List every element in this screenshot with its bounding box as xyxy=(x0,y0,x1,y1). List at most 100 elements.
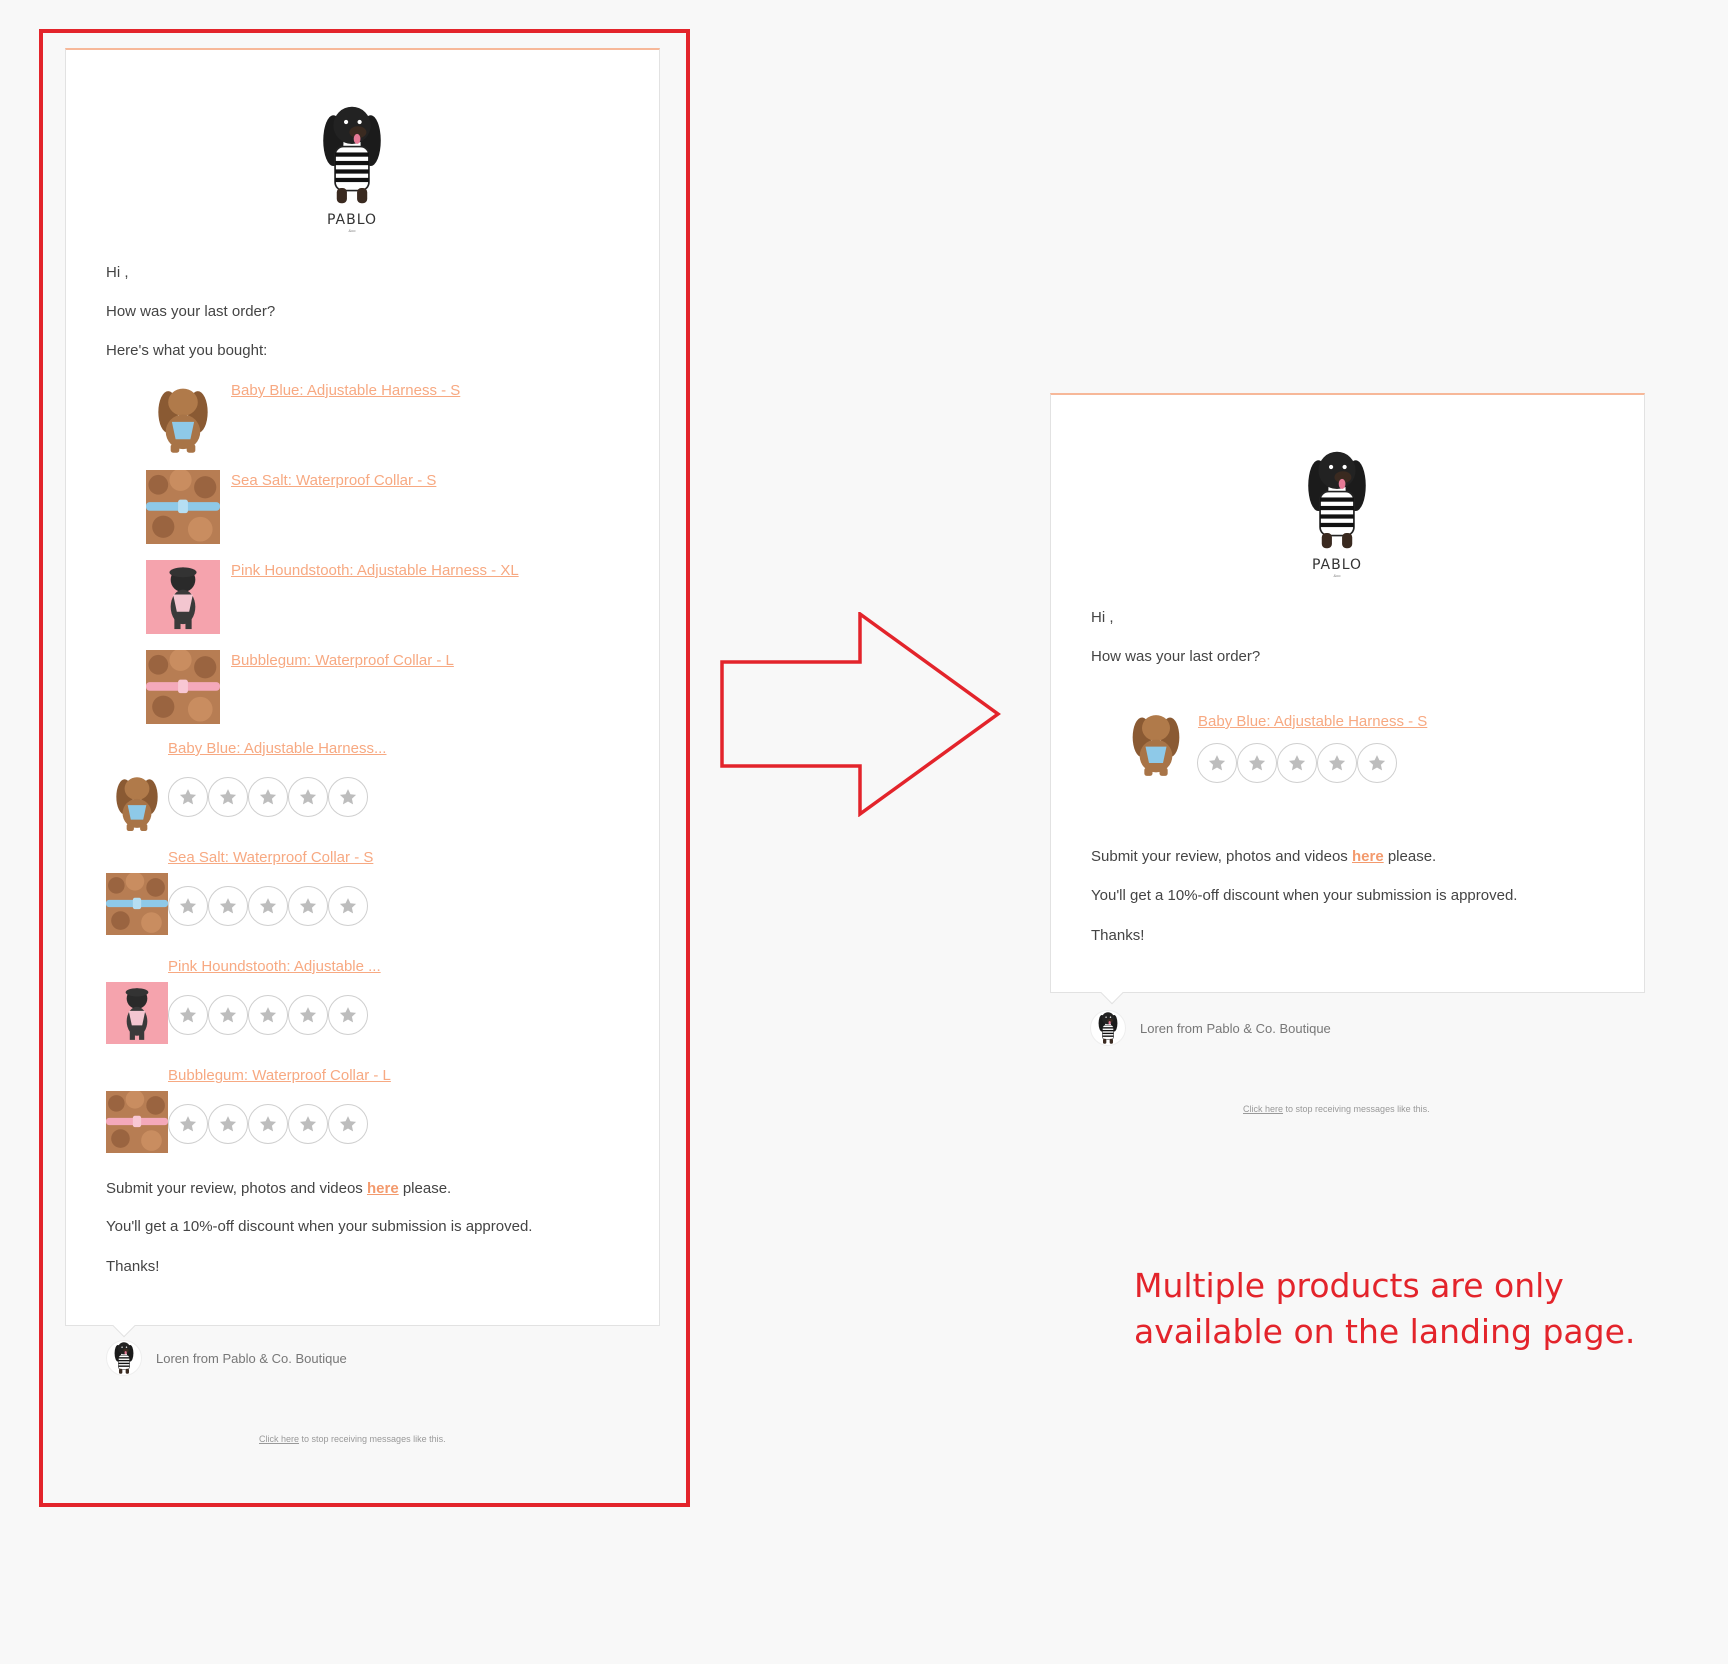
pablo-dog-icon xyxy=(1096,1010,1120,1046)
star-2-button[interactable] xyxy=(208,995,248,1035)
dog-blue-harness-icon xyxy=(1121,707,1191,777)
right-arrow-icon xyxy=(720,612,1001,817)
logo-subtext: &co xyxy=(1333,573,1341,578)
review-product-image[interactable] xyxy=(106,1091,168,1153)
right-email-card: PABLO &co Hi , How was your last order? … xyxy=(1050,393,1645,1005)
star-icon xyxy=(338,1005,358,1025)
thanks-text: Thanks! xyxy=(106,1258,160,1275)
star-3-button[interactable] xyxy=(1277,743,1317,783)
dog-blue-collar-icon xyxy=(146,470,220,544)
star-3-button[interactable] xyxy=(248,995,288,1035)
star-icon xyxy=(178,1005,198,1025)
review-product-image[interactable] xyxy=(1121,707,1191,777)
review-item-link[interactable]: Sea Salt: Waterproof Collar - S xyxy=(168,849,373,866)
purchased-item-link[interactable]: Sea Salt: Waterproof Collar - S xyxy=(231,472,436,489)
submit-review-text: Submit your review, photos and videos he… xyxy=(1091,848,1436,865)
star-5-button[interactable] xyxy=(328,777,368,817)
star-1-button[interactable] xyxy=(168,886,208,926)
star-icon xyxy=(298,1114,318,1134)
order-question: How was your last order? xyxy=(1091,648,1261,665)
greeting: Hi , xyxy=(106,264,129,281)
dog-blue-harness-icon xyxy=(106,770,168,832)
thanks-text: Thanks! xyxy=(1091,927,1145,944)
submit-prefix: Submit your review, photos and videos xyxy=(1091,848,1352,865)
star-2-button[interactable] xyxy=(208,886,248,926)
star-icon xyxy=(258,896,278,916)
star-1-button[interactable] xyxy=(168,995,208,1035)
submit-review-link[interactable]: here xyxy=(367,1180,399,1197)
product-image[interactable] xyxy=(146,470,220,544)
review-item-link[interactable]: Baby Blue: Adjustable Harness... xyxy=(168,740,386,757)
unsubscribe-text: to stop receiving messages like this. xyxy=(299,1434,446,1444)
review-product-image[interactable] xyxy=(106,770,168,832)
product-image[interactable] xyxy=(146,560,220,634)
star-icon xyxy=(1207,753,1227,773)
star-2-button[interactable] xyxy=(1237,743,1277,783)
review-item-link[interactable]: Pink Houndstooth: Adjustable ... xyxy=(168,958,381,975)
star-icon xyxy=(218,896,238,916)
star-5-button[interactable] xyxy=(1357,743,1397,783)
submit-suffix: please. xyxy=(398,1180,452,1197)
star-5-button[interactable] xyxy=(328,995,368,1035)
star-4-button[interactable] xyxy=(288,1104,328,1144)
star-4-button[interactable] xyxy=(288,777,328,817)
star-5-button[interactable] xyxy=(328,886,368,926)
purchased-item-link[interactable]: Bubblegum: Waterproof Collar - L xyxy=(231,652,454,669)
star-3-button[interactable] xyxy=(248,886,288,926)
star-rating xyxy=(168,1104,368,1144)
unsubscribe-line: Click here to stop receiving messages li… xyxy=(259,1434,446,1444)
star-rating xyxy=(168,886,368,926)
star-rating xyxy=(168,777,368,817)
product-image[interactable] xyxy=(146,380,220,454)
unsubscribe-text: to stop receiving messages like this. xyxy=(1283,1104,1430,1114)
star-icon xyxy=(1367,753,1387,773)
star-4-button[interactable] xyxy=(1317,743,1357,783)
purchased-item-link[interactable]: Pink Houndstooth: Adjustable Harness - X… xyxy=(231,562,519,579)
annotation-line-2: available on the landing page. xyxy=(1134,1312,1636,1351)
star-icon xyxy=(218,1114,238,1134)
star-4-button[interactable] xyxy=(288,886,328,926)
star-1-button[interactable] xyxy=(1197,743,1237,783)
review-item-link[interactable]: Bubblegum: Waterproof Collar - L xyxy=(168,1067,391,1084)
star-2-button[interactable] xyxy=(208,1104,248,1144)
dog-pink-collar-icon xyxy=(106,1091,168,1153)
sender-signature: Loren from Pablo & Co. Boutique xyxy=(106,1340,347,1376)
logo-wordmark: PABLO xyxy=(326,212,378,228)
star-1-button[interactable] xyxy=(168,777,208,817)
star-icon xyxy=(258,1114,278,1134)
dog-blue-collar-icon xyxy=(106,873,168,935)
product-image[interactable] xyxy=(146,650,220,724)
submit-review-link[interactable]: here xyxy=(1352,848,1384,865)
star-icon xyxy=(178,1114,198,1134)
avatar xyxy=(1090,1010,1126,1046)
pablo-dog-icon xyxy=(316,100,388,210)
star-1-button[interactable] xyxy=(168,1104,208,1144)
pablo-dog-icon xyxy=(112,1340,136,1376)
unsubscribe-link[interactable]: Click here xyxy=(259,1434,299,1444)
star-icon xyxy=(258,1005,278,1025)
order-question: How was your last order? xyxy=(106,303,276,320)
star-icon xyxy=(178,896,198,916)
submit-prefix: Submit your review, photos and videos xyxy=(106,1180,367,1197)
discount-text: You'll get a 10%-off discount when your … xyxy=(1091,887,1518,904)
star-icon xyxy=(338,896,358,916)
star-icon xyxy=(1247,753,1267,773)
star-4-button[interactable] xyxy=(288,995,328,1035)
logo-wordmark: PABLO xyxy=(1311,557,1363,573)
review-product-image[interactable] xyxy=(106,982,168,1044)
pablo-logo: PABLO &co xyxy=(316,100,388,233)
star-icon xyxy=(1287,753,1307,773)
annotation-note: Multiple products are only available on … xyxy=(1134,1263,1635,1355)
purchased-item-link[interactable]: Baby Blue: Adjustable Harness - S xyxy=(231,382,460,399)
star-3-button[interactable] xyxy=(248,777,288,817)
star-5-button[interactable] xyxy=(328,1104,368,1144)
unsubscribe-link[interactable]: Click here xyxy=(1243,1104,1283,1114)
star-icon xyxy=(298,1005,318,1025)
pablo-dog-icon xyxy=(1301,445,1373,555)
review-product-image[interactable] xyxy=(106,873,168,935)
star-2-button[interactable] xyxy=(208,777,248,817)
star-3-button[interactable] xyxy=(248,1104,288,1144)
star-icon xyxy=(218,787,238,807)
star-icon xyxy=(298,896,318,916)
review-item-link[interactable]: Baby Blue: Adjustable Harness - S xyxy=(1198,713,1427,730)
